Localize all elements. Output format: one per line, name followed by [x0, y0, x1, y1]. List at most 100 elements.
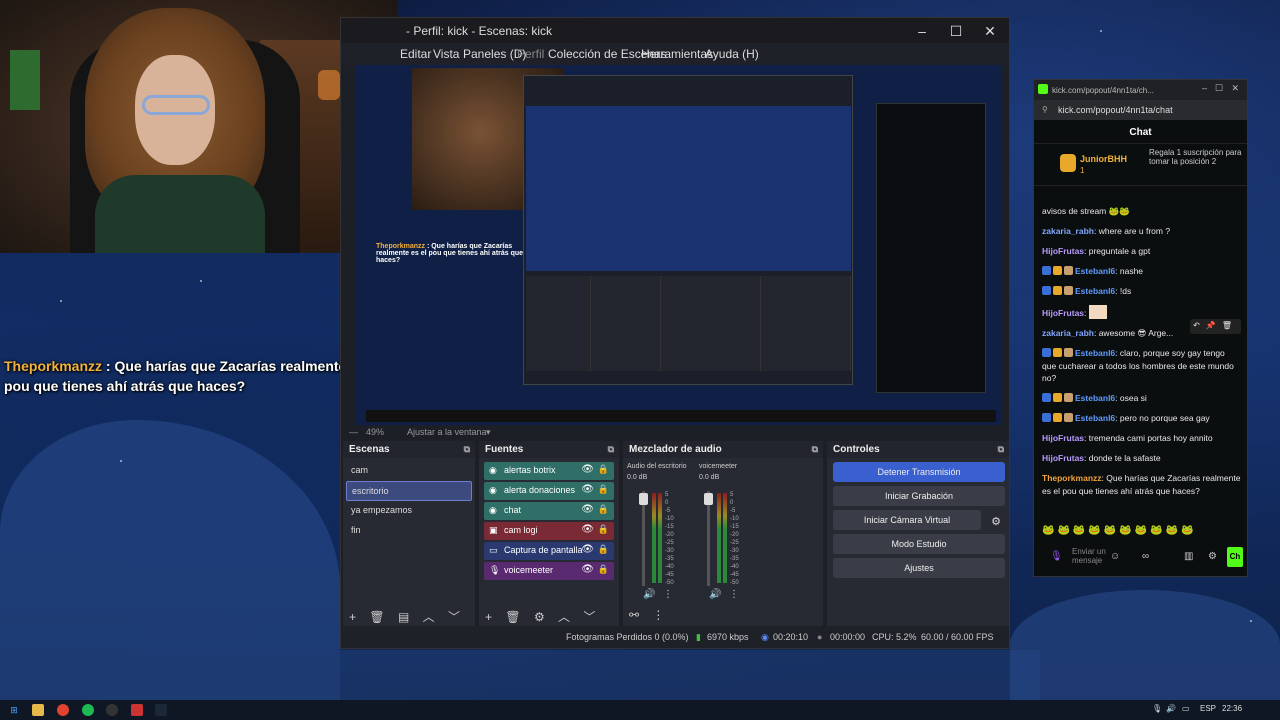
eye-icon[interactable]: 👁 — [581, 544, 594, 555]
pin-icon[interactable]: 📌 — [1206, 321, 1222, 330]
link-icon[interactable]: ⚯ — [629, 608, 639, 622]
level-meter — [658, 493, 662, 583]
add-scene-icon[interactable]: + — [349, 610, 356, 624]
zoom-fit-button[interactable]: Ajustar a la ventana — [407, 427, 487, 437]
volume-fader[interactable] — [707, 491, 710, 586]
mic-icon[interactable]: 🎙 — [1050, 551, 1063, 562]
source-item-alertas-botrix[interactable]: ◉ alertas botrix 👁 🔒 — [484, 462, 614, 480]
move-down-icon[interactable]: ﹀ — [583, 610, 595, 624]
lock-icon[interactable]: 🔒 — [598, 484, 609, 495]
lock-icon[interactable]: 🔒 — [598, 544, 609, 555]
start-recording-button[interactable]: Iniciar Grabación — [833, 486, 1005, 506]
popout-icon[interactable]: ⧉ — [812, 444, 818, 455]
minimize-icon[interactable]: – — [1202, 83, 1207, 93]
mic-tray-icon[interactable]: 🎙 — [1152, 704, 1162, 713]
eye-icon[interactable]: 👁 — [581, 524, 594, 535]
menu-editar[interactable]: Editar — [400, 47, 431, 61]
emotes-icon[interactable]: ∞ — [1142, 551, 1149, 562]
trash-icon[interactable]: 🗑 — [505, 610, 520, 624]
move-down-icon[interactable]: ﹀ — [448, 610, 460, 624]
kebab-menu-icon[interactable]: ⋮ — [652, 608, 664, 622]
zoom-level[interactable]: 49% — [366, 427, 384, 437]
source-item-alerta-donaciones[interactable]: ◉ alerta donaciones 👁 🔒 — [484, 482, 614, 500]
reply-icon[interactable]: ↶ — [1193, 321, 1206, 330]
gifter-count: 1 — [1080, 166, 1085, 175]
zoom-out-icon[interactable]: — — [349, 427, 358, 437]
lock-icon[interactable]: 🔒 — [598, 464, 609, 475]
windows-start-icon[interactable]: ⊞ — [8, 704, 20, 716]
obs-menubar: Editar Vista Paneles (D) Perfil Colecció… — [341, 43, 1009, 65]
close-icon[interactable]: ✕ — [1231, 83, 1239, 94]
scene-item-fin[interactable]: fin — [346, 521, 472, 541]
network-tray-icon[interactable]: ▭ — [1182, 704, 1190, 713]
speaker-icon[interactable]: 🔊 — [643, 589, 655, 600]
popout-icon[interactable]: ⧉ — [998, 444, 1004, 455]
fader-knob[interactable] — [704, 493, 713, 505]
menu-perfil[interactable]: Perfil — [517, 47, 544, 61]
lock-icon[interactable]: 🔒 — [598, 524, 609, 535]
address-bar[interactable]: ⚲ kick.com/popout/4nn1ta/chat — [1034, 100, 1247, 120]
chevron-down-icon[interactable]: ▾ — [486, 427, 491, 438]
kebab-menu-icon[interactable]: ⋮ — [729, 589, 739, 600]
language-indicator[interactable]: ESP — [1200, 704, 1216, 713]
menu-ayuda[interactable]: Ayuda (H) — [705, 47, 759, 61]
popout-icon[interactable]: ⧉ — [608, 444, 614, 455]
chat-popout-window: kick.com/popout/4nn1ta/ch... – ☐ ✕ ⚲ kic… — [1033, 79, 1248, 577]
minimize-icon[interactable]: – — [905, 20, 939, 42]
kebab-menu-icon[interactable]: ⋮ — [663, 589, 673, 600]
file-explorer-icon[interactable] — [32, 704, 44, 716]
eye-icon[interactable]: 👁 — [581, 464, 594, 475]
move-up-icon[interactable]: ︿ — [558, 610, 570, 624]
source-item-voicemeeter[interactable]: 🎙 voicemeeter 👁 🔒 — [484, 562, 614, 580]
move-up-icon[interactable]: ︿ — [423, 610, 435, 624]
filter-icon[interactable]: ▤ — [398, 610, 409, 624]
source-item-captura-pantalla[interactable]: ▭ Captura de pantalla 👁 🔒 — [484, 542, 614, 560]
maximize-icon[interactable]: ☐ — [1215, 83, 1223, 94]
eye-icon[interactable]: 👁 — [581, 504, 594, 515]
store-icon[interactable]: ▥ — [1184, 551, 1193, 562]
spotify-icon[interactable] — [82, 704, 94, 716]
image-icon: ◉ — [489, 485, 497, 495]
badge-icon — [1053, 393, 1062, 402]
clock[interactable]: 22:36 — [1222, 704, 1242, 713]
app-icon[interactable] — [131, 704, 143, 716]
site-info-icon[interactable]: ⚲ — [1042, 105, 1048, 114]
gear-icon[interactable]: ⚙ — [1208, 551, 1217, 562]
chrome-icon[interactable] — [57, 704, 69, 716]
popout-icon[interactable]: ⧉ — [464, 444, 470, 455]
add-source-icon[interactable]: + — [485, 610, 492, 624]
scene-item-cam[interactable]: cam — [346, 461, 472, 481]
pinned-gifter: JuniorBHH 1 Regala 1 suscripción para to… — [1034, 144, 1247, 186]
delete-icon[interactable]: 🗑 — [1222, 321, 1238, 330]
gear-icon[interactable]: ⚙ — [991, 515, 1001, 528]
obs-preview[interactable]: Theporkmanzz : Que harías que Zacarías r… — [356, 65, 1001, 425]
menu-vista[interactable]: Vista — [433, 47, 459, 61]
source-item-cam-logi[interactable]: ▣ cam logi 👁 🔒 — [484, 522, 614, 540]
scene-item-ya-empezamos[interactable]: ya empezamos — [346, 501, 472, 521]
emoji-icon[interactable]: ☺ — [1110, 551, 1120, 562]
stop-stream-button[interactable]: Detener Transmisión — [833, 462, 1005, 482]
steam-icon[interactable] — [155, 704, 167, 716]
studio-mode-button[interactable]: Modo Estudio — [833, 534, 1005, 554]
volume-tray-icon[interactable]: 🔊 — [1166, 704, 1176, 713]
menu-herramientas[interactable]: Herramientas — [641, 47, 713, 61]
emote-bar[interactable]: 🐸🐸🐸🐸🐸🐸🐸🐸🐸🐸 — [1042, 525, 1197, 536]
mixer-channel-desktop: Audio del escritorio 0.0 dB 5 0 -5 -10 -15 -2… — [627, 463, 697, 603]
lock-icon[interactable]: 🔒 — [598, 504, 609, 515]
fader-knob[interactable] — [639, 493, 648, 505]
settings-button[interactable]: Ajustes — [833, 558, 1005, 578]
trash-icon[interactable]: 🗑 — [369, 610, 384, 624]
scene-item-escritorio[interactable]: escritorio — [346, 481, 472, 501]
virtual-camera-button[interactable]: Iniciar Cámara Virtual — [833, 510, 981, 530]
eye-icon[interactable]: 👁 — [581, 564, 594, 575]
source-item-chat[interactable]: ◉ chat 👁 🔒 — [484, 502, 614, 520]
close-icon[interactable]: ✕ — [973, 20, 1007, 42]
eye-icon[interactable]: 👁 — [581, 484, 594, 495]
maximize-icon[interactable]: ☐ — [939, 20, 973, 42]
obs-icon[interactable] — [106, 704, 118, 716]
send-button[interactable]: Ch — [1227, 547, 1243, 567]
speaker-icon[interactable]: 🔊 — [709, 589, 721, 600]
lock-icon[interactable]: 🔒 — [598, 564, 609, 575]
volume-fader[interactable] — [642, 491, 645, 586]
gear-icon[interactable]: ⚙ — [534, 610, 545, 624]
